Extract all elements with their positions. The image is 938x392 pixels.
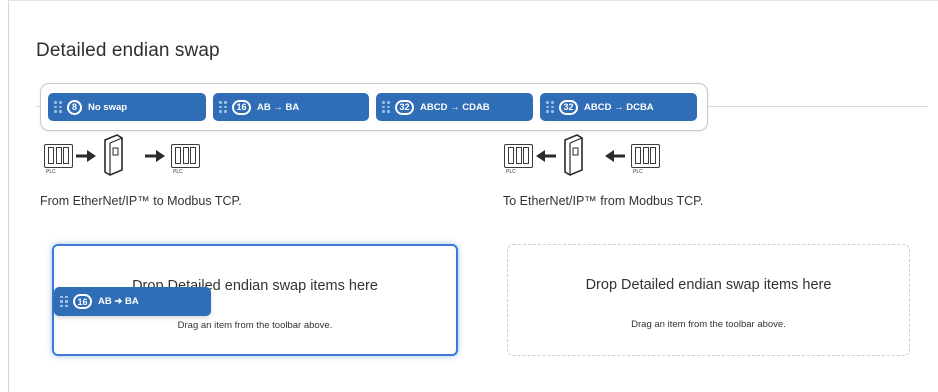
flow-diagram-left: PLC PLC [44, 134, 224, 176]
grip-icon [54, 101, 62, 113]
toolbar-item-label: ABCD → DCBA [584, 101, 654, 113]
plc-icon: PLC [631, 144, 660, 175]
drop-zone-hint: Drag an item from the toolbar above. [177, 320, 333, 331]
toolbar-item-abcd-dcba[interactable]: 32 ABCD → DCBA [540, 93, 697, 121]
size-badge: 32 [559, 99, 578, 115]
panel-border-top [8, 0, 938, 1]
plc-icon: PLC [504, 144, 533, 175]
arrow-right-icon [76, 150, 96, 162]
dragged-item-ab-ba[interactable]: 16 AB ➜ BA [54, 287, 211, 316]
plc-icon: PLC [44, 144, 73, 175]
swap-toolbar: 8 No swap 16 AB → BA 32 ABCD → CDAB 32 A… [40, 83, 708, 131]
size-badge: 8 [67, 99, 82, 115]
grip-icon [219, 101, 227, 113]
toolbar-item-ab-ba[interactable]: 16 AB → BA [213, 93, 369, 121]
toolbar-item-label: ABCD → CDAB [420, 101, 490, 113]
size-badge: 32 [395, 99, 414, 115]
dragged-item-label: AB ➜ BA [98, 296, 139, 307]
panel-border-left [8, 0, 9, 392]
gateway-icon [104, 134, 123, 176]
grip-icon [546, 101, 554, 113]
caption-right: To EtherNet/IP™ from Modbus TCP. [503, 194, 704, 208]
page-title: Detailed endian swap [36, 40, 220, 61]
toolbar-item-label: AB → BA [257, 101, 300, 113]
size-badge: 16 [73, 294, 92, 309]
drop-zone-hint: Drag an item from the toolbar above. [631, 319, 786, 330]
toolbar-item-abcd-cdab[interactable]: 32 ABCD → CDAB [376, 93, 533, 121]
arrow-right-icon [145, 150, 165, 162]
drop-zone-title: Drop Detailed endian swap items here [585, 277, 832, 293]
plc-icon: PLC [171, 144, 200, 175]
toolbar-item-label: No swap [88, 101, 128, 113]
arrow-left-icon [605, 150, 625, 162]
flow-diagram-right: PLC PLC [504, 134, 684, 176]
size-badge: 16 [232, 99, 251, 115]
grip-icon [60, 295, 68, 308]
caption-left: From EtherNet/IP™ to Modbus TCP. [40, 194, 242, 208]
toolbar-item-no-swap[interactable]: 8 No swap [48, 93, 206, 121]
drop-zone-right[interactable]: Drop Detailed endian swap items here Dra… [507, 244, 910, 356]
grip-icon [382, 101, 390, 113]
arrow-left-icon [536, 150, 556, 162]
gateway-icon [564, 134, 583, 176]
